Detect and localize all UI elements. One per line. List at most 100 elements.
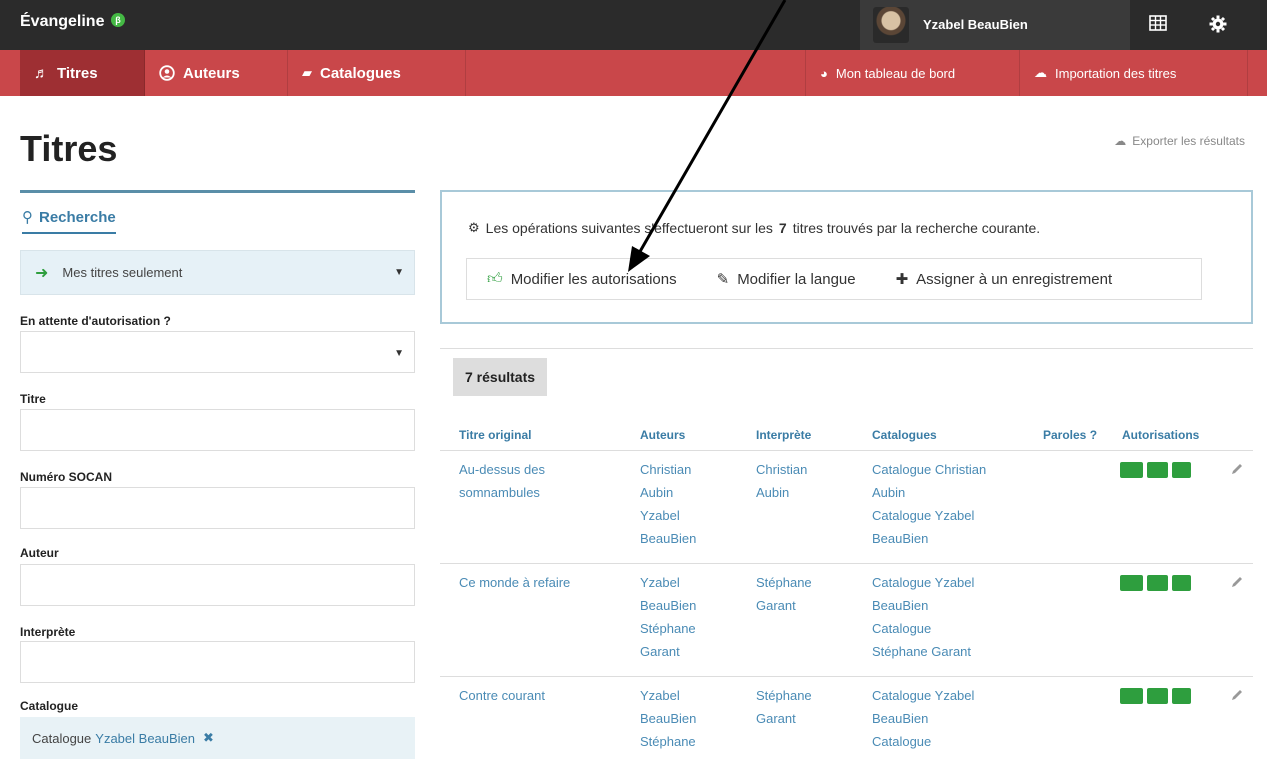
pencil-icon[interactable]	[1230, 575, 1244, 589]
page-title: Titres	[20, 128, 118, 169]
permission-badge[interactable]	[1172, 462, 1191, 478]
nav-catalogues-label: Catalogues	[320, 64, 401, 82]
row-2-performer-link[interactable]: Garant	[756, 594, 812, 617]
dashboard-icon: ◕	[820, 65, 828, 81]
search-icon: ⚲	[22, 209, 33, 226]
author-field[interactable]	[20, 564, 415, 606]
row-2-author-link[interactable]: BeauBien	[640, 594, 696, 617]
avatar	[873, 7, 909, 43]
col-header-authors[interactable]: Auteurs	[640, 428, 685, 442]
remove-icon[interactable]: ✖	[203, 730, 214, 746]
permission-badge[interactable]	[1147, 462, 1168, 478]
permission-badge[interactable]	[1120, 462, 1143, 478]
row-1-title-line: Au-dessus des	[459, 462, 545, 477]
nav-auteurs[interactable]: Auteurs	[145, 50, 288, 96]
row-3-catalogue-link[interactable]: BeauBien	[872, 707, 974, 730]
permission-badge[interactable]	[1172, 575, 1191, 591]
col-header-performer[interactable]: Interprète	[756, 428, 811, 442]
user-menu[interactable]: Yzabel BeauBien	[860, 0, 1130, 50]
cloud-upload-icon: ☁	[1034, 65, 1047, 80]
performer-field[interactable]	[20, 641, 415, 683]
row-2-author-link[interactable]: Stéphane	[640, 617, 696, 640]
nav-dashboard[interactable]: ◕ Mon tableau de bord	[805, 50, 1020, 96]
author-label: Auteur	[20, 546, 59, 560]
nav-dashboard-label: Mon tableau de bord	[835, 65, 956, 81]
bulk-actions-bar: 👍︎ Modifier les autorisations ✎ Modifier…	[466, 258, 1202, 300]
nav-titres-label: Titres	[57, 64, 98, 82]
row-2-catalogue-link[interactable]: Stéphane Garant	[872, 640, 974, 663]
row-2-author-link[interactable]: Yzabel	[640, 571, 696, 594]
row-2-catalogue-link[interactable]: BeauBien	[872, 594, 974, 617]
assign-recording-label: Assigner à un enregistrement	[916, 270, 1113, 288]
row-1-catalogue-link[interactable]: Catalogue Christian	[872, 458, 986, 481]
table-header-rule	[440, 450, 1253, 451]
row-3-catalogue-link[interactable]: Catalogue	[872, 730, 974, 753]
col-header-catalogues[interactable]: Catalogues	[872, 428, 937, 442]
title-field[interactable]	[20, 409, 415, 451]
permission-badge[interactable]	[1172, 688, 1191, 704]
search-tab-label: Recherche	[39, 208, 116, 226]
beta-badge: β	[110, 13, 125, 27]
row-1-permissions	[1120, 462, 1191, 478]
scope-select[interactable]: ➜ Mes titres seulement ▼	[20, 250, 415, 295]
nav-import[interactable]: ☁ Importation des titres	[1020, 50, 1248, 96]
row-1-catalogue-link[interactable]: Aubin	[872, 481, 986, 504]
nav-titres[interactable]: ♬ Titres	[20, 50, 145, 96]
pending-select[interactable]: ▼	[20, 331, 415, 373]
row-2-author-link[interactable]: Garant	[640, 640, 696, 663]
catalogue-chip-prefix: Catalogue	[32, 730, 92, 746]
export-results-link[interactable]: ☁ Exporter les résultats	[1114, 134, 1245, 148]
row-1-authors: Christian Aubin Yzabel BeauBien	[640, 458, 696, 550]
socan-field[interactable]	[20, 487, 415, 529]
pencil-icon[interactable]	[1230, 462, 1244, 476]
pencil-icon[interactable]	[1230, 688, 1244, 702]
row-1-author-link[interactable]: Christian	[640, 458, 696, 481]
row-3-performer-link[interactable]: Garant	[756, 707, 812, 730]
row-2-catalogue-link[interactable]: Catalogue	[872, 617, 974, 640]
table-icon	[1149, 15, 1167, 31]
assign-recording-button[interactable]: ✚ Assigner à un enregistrement	[876, 270, 1133, 289]
catalogue-chip-link[interactable]: Yzabel BeauBien	[95, 731, 195, 746]
row-2-catalogue-link[interactable]: Catalogue Yzabel	[872, 571, 974, 594]
row-1-author-link[interactable]: Aubin	[640, 481, 696, 504]
brand-logo[interactable]: Évangeline β	[20, 13, 125, 31]
row-1-catalogue-link[interactable]: BeauBien	[872, 527, 986, 550]
row-1-catalogues: Catalogue Christian Aubin Catalogue Yzab…	[872, 458, 986, 550]
cloud-download-icon: ☁	[1114, 134, 1127, 148]
gear-icon	[1209, 15, 1227, 33]
plus-icon: ✚	[895, 271, 909, 288]
book-icon: ▰	[302, 65, 312, 80]
row-1-catalogue-link[interactable]: Catalogue Yzabel	[872, 504, 986, 527]
row-1-title[interactable]: Au-dessus des somnambules	[459, 458, 545, 504]
row-3-catalogue-link[interactable]: Catalogue Yzabel	[872, 684, 974, 707]
row-1-author-link[interactable]: Yzabel	[640, 504, 696, 527]
cogs-icon: ⚙	[468, 220, 480, 235]
row-2-title-line: Ce monde à refaire	[459, 575, 571, 590]
permission-badge[interactable]	[1120, 575, 1143, 591]
row-3-author-link[interactable]: BeauBien	[640, 707, 696, 730]
nav-auteurs-label: Auteurs	[183, 64, 240, 82]
row-1-performer-link[interactable]: Christian	[756, 458, 807, 481]
row-2-performer-link[interactable]: Stéphane	[756, 571, 812, 594]
row-1-performer-link[interactable]: Aubin	[756, 481, 807, 504]
row-1-author-link[interactable]: BeauBien	[640, 527, 696, 550]
permission-badge[interactable]	[1147, 575, 1168, 591]
nav-catalogues[interactable]: ▰ Catalogues	[288, 50, 466, 96]
permission-badge[interactable]	[1147, 688, 1168, 704]
row-3-performer-link[interactable]: Stéphane	[756, 684, 812, 707]
row-2-title[interactable]: Ce monde à refaire	[459, 571, 570, 594]
permission-badge[interactable]	[1120, 688, 1143, 704]
col-header-permissions[interactable]: Autorisations	[1122, 428, 1199, 442]
settings-button[interactable]	[1196, 0, 1242, 50]
row-3-author-link[interactable]: Stéphane	[640, 730, 696, 753]
chevron-down-icon: ▼	[394, 267, 404, 278]
brand-name: Évangeline	[20, 13, 105, 30]
table-view-button[interactable]	[1136, 0, 1182, 50]
row-3-author-link[interactable]: Yzabel	[640, 684, 696, 707]
row-3-title[interactable]: Contre courant	[459, 684, 545, 707]
col-header-title[interactable]: Titre original	[459, 428, 531, 442]
row-3-performer: Stéphane Garant	[756, 684, 812, 730]
col-header-lyrics[interactable]: Paroles ?	[1043, 428, 1097, 442]
tab-recherche[interactable]: ⚲ Recherche	[22, 208, 116, 234]
music-note-icon: ♬	[34, 64, 49, 82]
